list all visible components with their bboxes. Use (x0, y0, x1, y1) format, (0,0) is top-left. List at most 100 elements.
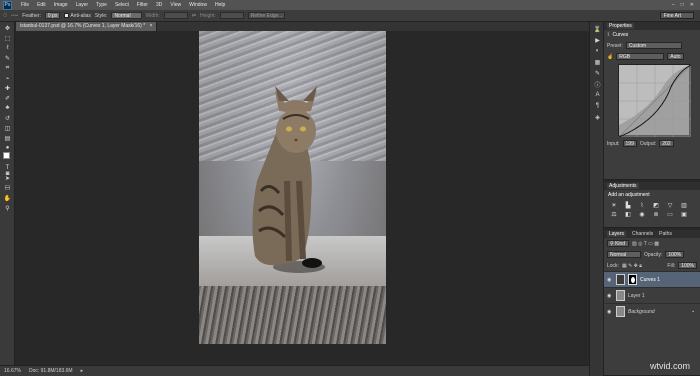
eyedropper-tool-icon[interactable]: ⌁ (2, 74, 13, 82)
height-input[interactable] (219, 12, 244, 19)
channel-mixer-icon[interactable]: ⊕ (652, 212, 660, 218)
menu-window[interactable]: Window (185, 2, 211, 8)
style-select[interactable]: Normal (111, 12, 142, 19)
vibrance-icon[interactable]: ▽ (666, 203, 674, 209)
width-input[interactable] (163, 12, 188, 19)
zoom-level[interactable]: 16.67% (4, 368, 21, 374)
menu-layer[interactable]: Layer (72, 2, 93, 8)
curves-graph[interactable] (618, 64, 692, 138)
targeted-adjust-icon[interactable]: ☝ (607, 54, 613, 60)
minimize-button[interactable]: – (672, 2, 675, 8)
properties-tab[interactable]: Properties (607, 23, 634, 29)
hand-tool-icon[interactable]: ✋ (2, 194, 13, 202)
cat-photo[interactable] (199, 31, 386, 344)
brightness-icon[interactable]: ☀ (610, 203, 618, 209)
layer-row-layer1[interactable]: ◉ Layer 1 (604, 287, 700, 303)
channel-select[interactable]: RGB (616, 53, 665, 60)
exposure-icon[interactable]: ◩ (652, 203, 660, 209)
visibility-eye-icon[interactable]: ◉ (607, 277, 613, 283)
selective-color-icon[interactable]: ▣ (680, 212, 688, 218)
adjustment-icons: ☀ ▙ ⌇ ◩ ▽ ▥ ⚖ ◧ ◉ ⊕ ▭ ▣ (604, 200, 700, 221)
fill-field[interactable]: 100% (678, 262, 697, 269)
layer-row-curves[interactable]: ◉ Curves 1 (604, 271, 700, 287)
quick-select-tool-icon[interactable]: ✎ (2, 54, 13, 62)
swap-icon[interactable]: ⇄ (192, 13, 196, 19)
menu-edit[interactable]: Edit (33, 2, 50, 8)
lock-icons[interactable]: ▦ ✎ ✥ 🔒︎ (622, 263, 642, 269)
input-field[interactable]: 199 (622, 140, 637, 147)
brush-panel-icon[interactable]: ✎ (592, 69, 603, 77)
history-panel-icon[interactable]: ⌛ (592, 25, 603, 33)
hue-sat-icon[interactable]: ▥ (680, 203, 688, 209)
info-panel-icon[interactable]: ⓘ (592, 80, 603, 89)
quick-mask-icon[interactable]: ◙ (2, 170, 13, 178)
layer-mask-thumb[interactable] (628, 274, 637, 285)
black-white-icon[interactable]: ◧ (624, 212, 632, 218)
auto-button[interactable]: Auto (667, 53, 684, 60)
actions-panel-icon[interactable]: ▶ (592, 36, 603, 44)
tab-channels[interactable]: Channels (632, 231, 653, 237)
adjustments-tab[interactable]: Adjustments (607, 183, 639, 189)
clone-stamp-tool-icon[interactable]: ♣ (2, 104, 13, 112)
levels-icon[interactable]: ▙ (624, 203, 632, 209)
visibility-eye-icon[interactable]: ◉ (607, 293, 613, 299)
workspace-switcher[interactable]: Fine Art (659, 12, 694, 19)
swatches-panel-icon[interactable]: ▦ (592, 58, 603, 66)
marquee-tool-icon[interactable]: ⬚ (2, 34, 13, 42)
selection-mode-icons[interactable]: ▫▫▫▫ (11, 13, 18, 19)
character-panel-icon[interactable]: A (592, 91, 603, 99)
menu-3d[interactable]: 3D (152, 2, 166, 8)
color-panel-icon[interactable]: ◐ (592, 47, 603, 55)
close-window-button[interactable]: ✕ (690, 2, 694, 8)
layer-row-background[interactable]: ◉ Background ▪ (604, 303, 700, 319)
eraser-tool-icon[interactable]: ◫ (2, 124, 13, 132)
kind-filter-select[interactable]: ⚲ Kind (607, 240, 629, 247)
healing-tool-icon[interactable]: ✚ (2, 84, 13, 92)
doc-size: Doc: 91.8M/183.6M (28, 368, 73, 374)
layer-name: Curves 1 (640, 276, 661, 283)
color-balance-icon[interactable]: ⚖ (610, 212, 618, 218)
dodge-tool-icon[interactable]: ● (2, 144, 13, 152)
photoshop-logo: Ps (3, 0, 12, 10)
visibility-eye-icon[interactable]: ◉ (607, 309, 613, 315)
marquee-tool-preset-icon[interactable]: ◌ (3, 12, 7, 19)
filter-icons[interactable]: ▨ ◎ T ▭ ▩ (632, 241, 659, 247)
brush-tool-icon[interactable]: ✐ (2, 94, 13, 102)
menu-type[interactable]: Type (92, 2, 111, 8)
crop-tool-icon[interactable]: ⌗ (2, 64, 13, 72)
antialias-checkbox[interactable]: Anti-alias (64, 13, 91, 19)
gradient-tool-icon[interactable]: ▤ (2, 134, 13, 142)
tab-paths[interactable]: Paths (659, 231, 672, 237)
maximize-button[interactable]: □ (681, 2, 684, 8)
document-close-icon[interactable]: × (150, 23, 153, 29)
collapsed-panels-strip: ⌛ ▶ ◐ ▦ ✎ ⓘ A ¶ ◈ (589, 22, 604, 376)
refine-edge-button[interactable]: Refine Edge... (247, 12, 286, 19)
blend-mode-select[interactable]: Normal (607, 251, 641, 258)
move-tool-icon[interactable]: ✥ (2, 24, 13, 32)
panel-name: Curves (612, 32, 629, 38)
menu-filter[interactable]: Filter (133, 2, 152, 8)
menu-view[interactable]: View (166, 2, 185, 8)
output-label: Output: (639, 140, 657, 147)
tab-layers[interactable]: Layers (607, 231, 627, 237)
output-field[interactable]: 202 (659, 140, 674, 147)
screen-mode-icon[interactable]: ▭ (2, 182, 13, 190)
curves-adj-icon[interactable]: ⌇ (638, 203, 646, 209)
lasso-tool-icon[interactable]: ℓ (2, 44, 13, 52)
menu-help[interactable]: Help (211, 2, 229, 8)
document-tab[interactable]: istanbul-0137.psd @ 16.7% (Curves 1, Lay… (16, 22, 158, 31)
zoom-tool-icon[interactable]: ⚲ (2, 204, 13, 212)
status-arrow-icon[interactable]: ▸ (81, 368, 84, 374)
foreground-color-swatch[interactable] (3, 152, 10, 159)
menu-image[interactable]: Image (50, 2, 72, 8)
menu-select[interactable]: Select (111, 2, 133, 8)
history-brush-tool-icon[interactable]: ↺ (2, 114, 13, 122)
menu-file[interactable]: File (17, 2, 33, 8)
opacity-field[interactable]: 100% (665, 251, 685, 258)
gradient-map-icon[interactable]: ▭ (666, 212, 674, 218)
navigator-panel-icon[interactable]: ◈ (592, 113, 603, 121)
preset-select[interactable]: Custom (625, 42, 682, 49)
photo-filter-icon[interactable]: ◉ (638, 212, 646, 218)
paragraph-panel-icon[interactable]: ¶ (592, 102, 603, 110)
feather-input[interactable]: 0 px (44, 12, 61, 19)
